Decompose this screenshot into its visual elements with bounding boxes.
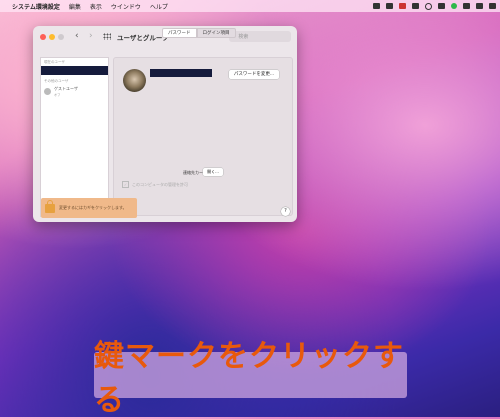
window-title: ユーザとグループ (117, 34, 169, 42)
lock-icon[interactable] (45, 199, 55, 213)
close-button[interactable] (40, 34, 46, 40)
lock-area[interactable]: 変更するにはカギをクリックします。 (41, 198, 137, 218)
status-app-icon-5[interactable] (438, 3, 445, 9)
tab-password[interactable]: パスワード (162, 28, 197, 38)
menu-bar: システム環境設定 編集 表示 ウインドウ ヘルプ (0, 0, 500, 12)
minimize-button[interactable] (49, 34, 55, 40)
allow-admin-option[interactable]: ✓ このコンピュータの管理を許可 (122, 181, 188, 188)
search-field[interactable]: ⌕ 検索 (229, 31, 291, 42)
search-placeholder: 検索 (238, 34, 249, 40)
caption-text: 鍵マークをクリックする (94, 339, 404, 418)
status-green-icon[interactable] (451, 3, 457, 9)
status-sync-icon[interactable] (425, 2, 432, 10)
help-button[interactable]: ? (281, 207, 290, 216)
guest-user-row[interactable]: ゲストユーザ オフ (41, 84, 108, 99)
preferences-window: ‹ › ユーザとグループ ⌕ 検索 現在のユーザ その他のユーザ ゲストユーザ … (33, 26, 297, 222)
allow-admin-checkbox[interactable]: ✓ (122, 181, 129, 188)
guest-avatar (44, 88, 51, 95)
user-avatar[interactable] (123, 69, 146, 92)
menu-app-name[interactable]: システム環境設定 (12, 2, 60, 11)
status-area (373, 0, 496, 12)
status-app-icon-6[interactable] (463, 3, 470, 9)
status-battery-icon[interactable] (476, 3, 483, 9)
menu-window[interactable]: ウインドウ (111, 2, 141, 11)
selected-user-row[interactable] (41, 66, 108, 75)
allow-admin-label: このコンピュータの管理を許可 (132, 181, 188, 187)
menu-view[interactable]: 表示 (90, 2, 102, 11)
zoom-button[interactable] (58, 34, 64, 40)
current-user-header: 現在のユーザ (44, 60, 65, 64)
forward-button[interactable]: › (89, 31, 93, 41)
status-app-icon[interactable] (373, 3, 380, 9)
change-password-button[interactable]: パスワードを変更... (229, 70, 279, 79)
menu-help[interactable]: ヘルプ (150, 2, 168, 11)
back-button[interactable]: ‹ (75, 31, 79, 41)
window-controls (40, 34, 64, 40)
status-app-icon-4[interactable] (412, 3, 419, 9)
menu-edit[interactable]: 編集 (69, 2, 81, 11)
users-sidebar: 現在のユーザ その他のユーザ ゲストユーザ オフ ⌂ ログインオプション + − (40, 57, 109, 217)
tab-login-items[interactable]: ログイン項目 (196, 28, 236, 38)
user-name-redacted (150, 69, 212, 77)
other-users-header: その他のユーザ (44, 79, 69, 83)
status-control-icon[interactable] (489, 3, 496, 9)
guest-user-status: オフ (54, 93, 61, 97)
caption-banner: 鍵マークをクリックする (94, 339, 407, 418)
status-app-icon-2[interactable] (386, 3, 393, 9)
open-card-button[interactable]: 開く... (203, 168, 223, 176)
lock-text: 変更するにはカギをクリックします。 (59, 205, 127, 210)
show-all-grid-icon[interactable] (103, 33, 111, 40)
status-app-icon-3[interactable] (399, 3, 406, 9)
tab-group: パスワード ログイン項目 (162, 28, 236, 38)
